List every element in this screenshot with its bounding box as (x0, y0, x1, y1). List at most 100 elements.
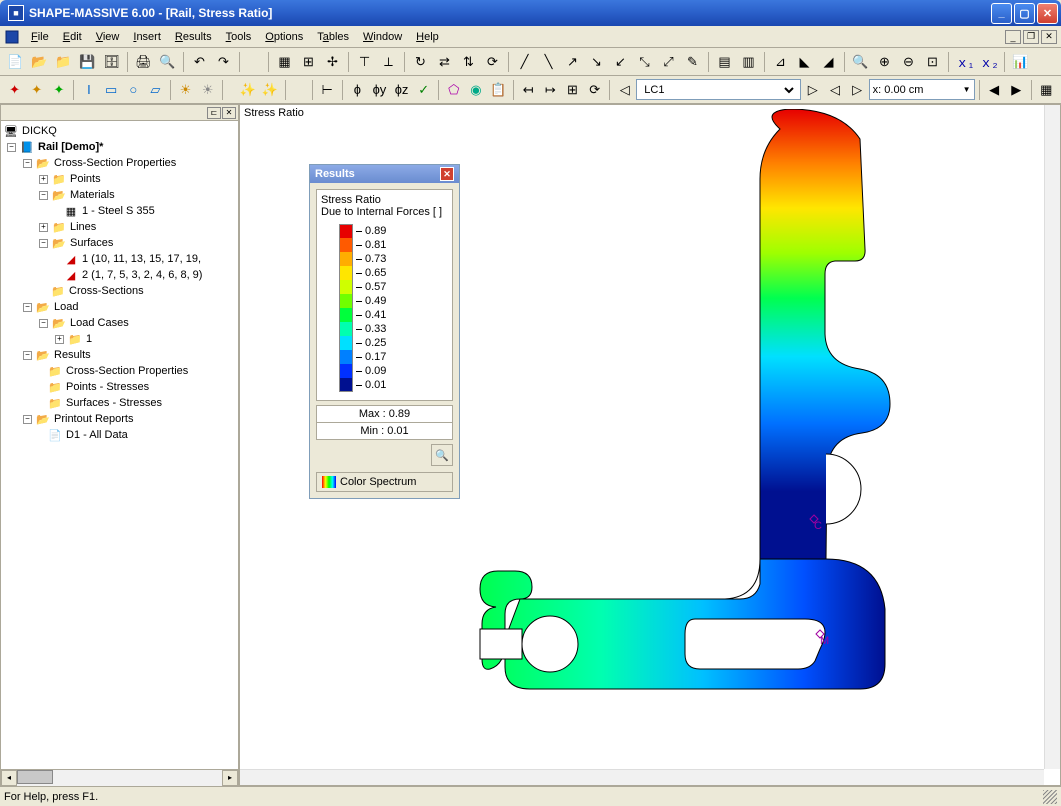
minimize-button[interactable]: _ (991, 3, 1012, 24)
check-button[interactable]: ✓ (413, 78, 434, 101)
viewport-scroll-v[interactable] (1044, 105, 1060, 769)
scroll-right-button[interactable]: ▸ (222, 770, 238, 786)
table2-button[interactable]: ▥ (737, 50, 760, 73)
menu-help[interactable]: Help (409, 29, 446, 45)
menu-insert[interactable]: Insert (126, 29, 168, 45)
save-all-button[interactable]: 🗄 (100, 50, 123, 73)
tree-materials[interactable]: −📂Materials (3, 187, 236, 203)
new-button[interactable]: 📄 (4, 50, 27, 73)
tree-close-button[interactable]: ✕ (222, 107, 236, 119)
r2-button[interactable]: ↦ (540, 78, 561, 101)
dz-button[interactable]: ɸz (391, 78, 412, 101)
dimension-button[interactable]: ⊤ (353, 50, 376, 73)
tree-cross-sections[interactable]: 📁Cross-Sections (3, 283, 236, 299)
export-button[interactable]: 📊 (1009, 50, 1032, 73)
mdi-minimize-button[interactable]: _ (1005, 30, 1021, 44)
loadcase-combo[interactable]: LC1 (636, 79, 801, 100)
line4-button[interactable]: ↘ (585, 50, 608, 73)
tree-printout[interactable]: −📂Printout Reports (3, 411, 236, 427)
grid-button[interactable]: ▦ (273, 50, 296, 73)
maximize-button[interactable]: ▢ (1014, 3, 1035, 24)
line3-button[interactable]: ↗ (561, 50, 584, 73)
line5-button[interactable]: ↙ (609, 50, 632, 73)
star1-button[interactable]: ✨ (237, 78, 258, 101)
r3-button[interactable]: ⊞ (562, 78, 583, 101)
refresh-button[interactable]: ⟳ (481, 50, 504, 73)
profile-custom-button[interactable]: ▱ (145, 78, 166, 101)
menu-tables[interactable]: Tables (310, 29, 356, 45)
loadcase-select[interactable]: LC1 (640, 83, 797, 97)
r1-button[interactable]: ↤ (518, 78, 539, 101)
r4-button[interactable]: ⟳ (584, 78, 605, 101)
tree-surface-2[interactable]: ◢2 (1, 7, 5, 3, 2, 4, 6, 8, 9) (3, 267, 236, 283)
open2-button[interactable]: 📁 (52, 50, 75, 73)
menu-options[interactable]: Options (258, 29, 310, 45)
snap-button[interactable]: ⊞ (297, 50, 320, 73)
x2-button[interactable]: ｘ₂ (977, 50, 1000, 73)
menu-tools[interactable]: Tools (219, 29, 259, 45)
dy-button[interactable]: ɸ (347, 78, 368, 101)
arrow-prev-button[interactable]: ◀ (984, 78, 1005, 101)
node2-button[interactable]: ✦ (26, 78, 47, 101)
tree-body[interactable]: 🖥DICKQ −📘Rail [Demo]* −📂Cross-Section Pr… (1, 121, 238, 769)
mdi-restore-button[interactable]: ❐ (1023, 30, 1039, 44)
open-button[interactable]: 📂 (28, 50, 51, 73)
tree-results-cs[interactable]: 📁Cross-Section Properties (3, 363, 236, 379)
results-panel-title[interactable]: Results ✕ (310, 165, 459, 183)
zoom-in-button[interactable]: ⊕ (873, 50, 896, 73)
results-close-button[interactable]: ✕ (440, 167, 454, 181)
axes-button[interactable]: ✢ (321, 50, 344, 73)
resize-grip[interactable] (1043, 790, 1057, 804)
arrow-next-button[interactable]: ▶ (1006, 78, 1027, 101)
tree-load-cases[interactable]: −📂Load Cases (3, 315, 236, 331)
sun2-button[interactable]: ☀ (197, 78, 218, 101)
nav-up-button[interactable]: ◁ (824, 78, 845, 101)
edit-line-button[interactable]: ✎ (681, 50, 704, 73)
menu-window[interactable]: Window (356, 29, 409, 45)
tool-b-button[interactable]: ◣ (793, 50, 816, 73)
opt1-button[interactable]: ⊢ (317, 78, 338, 101)
line6-button[interactable]: ⤡ (633, 50, 656, 73)
menu-file[interactable]: File (24, 29, 56, 45)
profile-o-button[interactable]: ○ (123, 78, 144, 101)
menu-results[interactable]: Results (168, 29, 219, 45)
menu-edit[interactable]: Edit (56, 29, 89, 45)
tool-a-button[interactable]: ⊿ (769, 50, 792, 73)
line-button[interactable]: ╱ (513, 50, 536, 73)
mirror-v-button[interactable]: ⇅ (457, 50, 480, 73)
color-spectrum-button[interactable]: Color Spectrum (316, 472, 453, 492)
tree-surface-1[interactable]: ◢1 (10, 11, 13, 15, 17, 19, (3, 251, 236, 267)
circ-button[interactable]: ◉ (465, 78, 486, 101)
tree-results[interactable]: −📂Results (3, 347, 236, 363)
tree-surfaces[interactable]: −📂Surfaces (3, 235, 236, 251)
tree-root[interactable]: 🖥DICKQ (3, 123, 236, 139)
ortho-button[interactable]: ⟂ (377, 50, 400, 73)
node3-button[interactable]: ✦ (48, 78, 69, 101)
tree-material-1[interactable]: ▦1 - Steel S 355 (3, 203, 236, 219)
nav-down-button[interactable]: ▷ (847, 78, 868, 101)
results-zoom-button[interactable]: 🔍 (431, 444, 453, 466)
nav-prev-button[interactable]: ◁ (614, 78, 635, 101)
coord-combo[interactable]: ▼ (869, 79, 975, 100)
tree-cs-properties[interactable]: −📂Cross-Section Properties (3, 155, 236, 171)
dy2-button[interactable]: ɸy (369, 78, 390, 101)
viewport[interactable]: Stress Ratio (239, 104, 1061, 786)
tool-c-button[interactable]: ◢ (817, 50, 840, 73)
mirror-h-button[interactable]: ⇄ (433, 50, 456, 73)
line7-button[interactable]: ⤢ (657, 50, 680, 73)
tree-lines[interactable]: +📁Lines (3, 219, 236, 235)
tree-points[interactable]: +📁Points (3, 171, 236, 187)
panel-button[interactable]: ▦ (1036, 78, 1057, 101)
print-button[interactable]: 🖨 (132, 50, 155, 73)
scroll-thumb[interactable] (17, 770, 53, 784)
node1-button[interactable]: ✦ (4, 78, 25, 101)
profile-i-button[interactable]: I (78, 78, 99, 101)
rotate-button[interactable]: ↻ (409, 50, 432, 73)
zoom-button[interactable]: 🔍 (849, 50, 872, 73)
print-preview-button[interactable]: 🔍 (156, 50, 179, 73)
mdi-close-button[interactable]: ✕ (1041, 30, 1057, 44)
poly-button[interactable]: ⬠ (443, 78, 464, 101)
zoom-out-button[interactable]: ⊖ (897, 50, 920, 73)
menu-view[interactable]: View (89, 29, 127, 45)
close-button[interactable]: ✕ (1037, 3, 1058, 24)
